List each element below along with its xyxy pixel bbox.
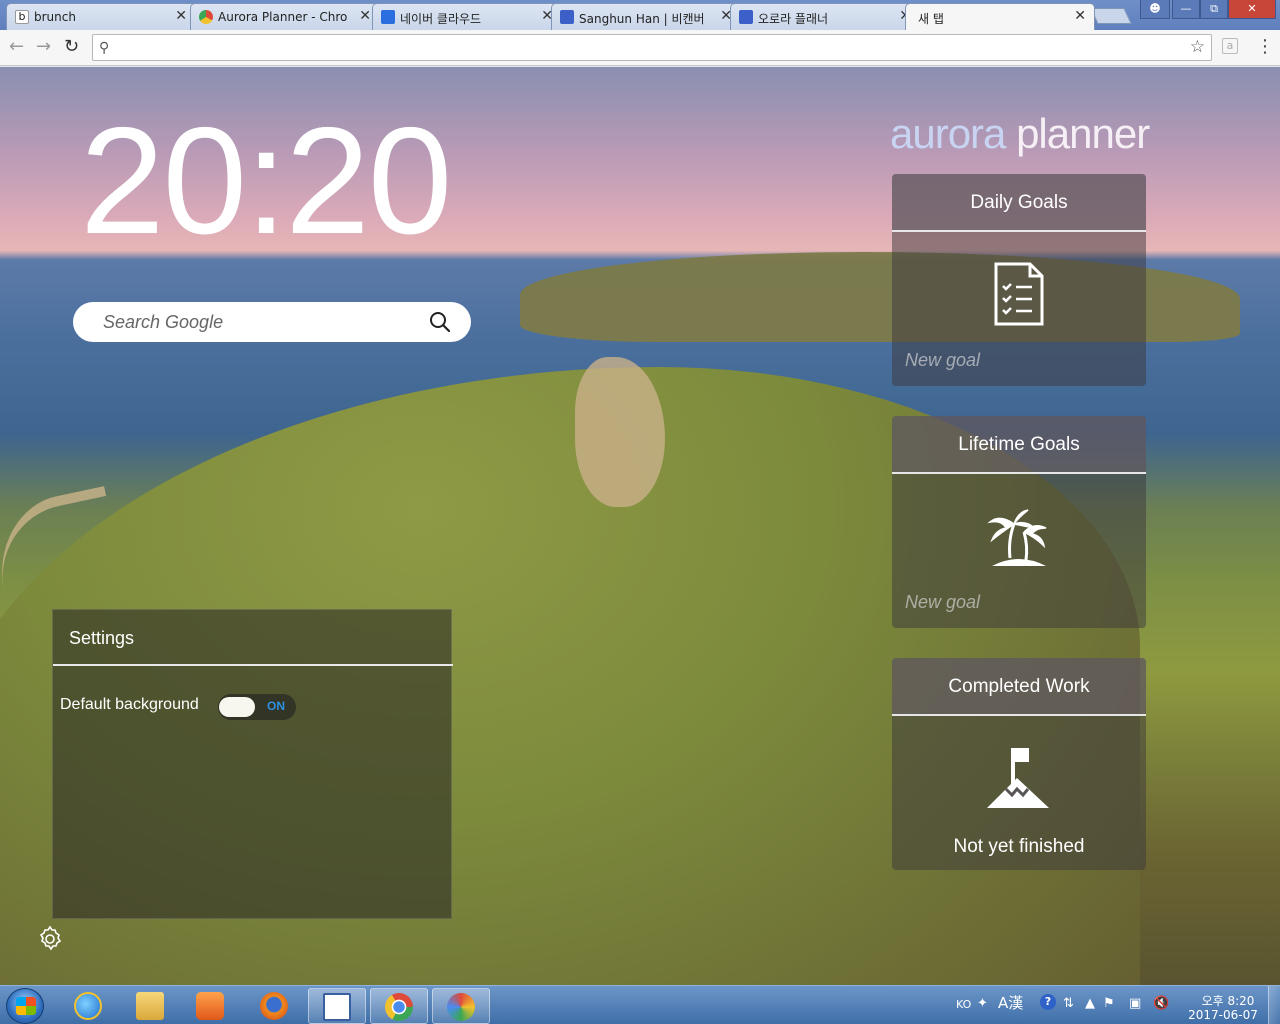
brunch-icon: b [15, 10, 29, 24]
naver-cloud-icon [381, 10, 395, 24]
chrome-webstore-icon [199, 10, 213, 24]
palm-island-icon [987, 509, 1047, 566]
divider [892, 714, 1146, 716]
browser-toolbar: ← → ↻ ⚲ ☆ a ⋮ [0, 30, 1280, 66]
search-icon: ⚲ [99, 40, 110, 56]
show-hidden-icons-icon[interactable]: ▲ [1085, 996, 1095, 1011]
menu-kebab-icon[interactable]: ⋮ [1256, 36, 1274, 57]
start-button[interactable] [6, 988, 44, 1024]
tab-aurora-planner[interactable]: 오로라 플래너 ✕ [730, 3, 920, 30]
folder-icon [136, 992, 164, 1020]
firefox-icon [260, 992, 288, 1020]
ime-options-icon[interactable]: ⇅ [1063, 996, 1074, 1011]
tab-aurora-store[interactable]: Aurora Planner - Chro ✕ [190, 3, 380, 30]
minimize-icon[interactable]: — [1172, 0, 1200, 19]
toggle-knob[interactable] [219, 697, 255, 717]
mountain-flag-icon [987, 748, 1049, 808]
divider [892, 230, 1146, 232]
media-player-icon [196, 992, 224, 1020]
volume-muted-icon[interactable]: 🔇 [1153, 996, 1169, 1011]
daily-goals-card: Daily Goals New goal [892, 174, 1146, 386]
address-bar[interactable]: ⚲ ☆ [92, 34, 1212, 61]
divider [53, 664, 453, 666]
taskbar-chrome[interactable] [370, 988, 428, 1024]
action-center-flag-icon[interactable]: ⚑ [1103, 996, 1115, 1011]
close-tab-icon[interactable]: ✕ [1074, 8, 1086, 24]
bookmark-star-icon[interactable]: ☆ [1190, 37, 1205, 57]
tab-title: 네이버 클라우드 [400, 12, 482, 26]
taskbar-notepad[interactable] [308, 988, 366, 1024]
settings-panel: Settings Default background ON [52, 609, 453, 919]
search-icon[interactable] [429, 311, 451, 333]
tab-sanghun-han[interactable]: Sanghun Han | 비캔버 ✕ [551, 3, 741, 30]
lifetime-goals-title: Lifetime Goals [958, 434, 1080, 455]
aurora-planner-logo: aurora planner [890, 110, 1150, 158]
tab-new-tab[interactable]: 새 탭 ✕ [905, 3, 1095, 30]
forward-arrow-icon[interactable]: → [36, 36, 51, 57]
daily-goals-title: Daily Goals [970, 192, 1068, 213]
checklist-icon [994, 262, 1044, 326]
default-background-label: Default background [60, 696, 199, 713]
new-tab-button[interactable] [1090, 8, 1132, 24]
taskbar-firefox[interactable] [246, 988, 304, 1024]
taskbar-paint[interactable] [432, 988, 490, 1024]
close-tab-icon[interactable]: ✕ [175, 8, 187, 24]
chrome-icon [385, 993, 413, 1021]
ime-mode[interactable]: A漢 [998, 992, 1023, 1013]
show-desktop-button[interactable] [1268, 986, 1280, 1024]
help-icon[interactable]: ? [1040, 994, 1056, 1010]
toggle-state-label: ON [267, 699, 285, 713]
search-input[interactable] [103, 310, 423, 334]
new-goal-input[interactable]: New goal [905, 350, 980, 371]
reload-icon[interactable]: ↻ [64, 36, 79, 57]
extension-icon[interactable]: a [1222, 38, 1238, 54]
aurora-app-icon [739, 10, 753, 24]
default-background-toggle[interactable]: ON [218, 694, 296, 720]
clock-time[interactable]: 오후 8:20 [1193, 992, 1263, 1009]
search-box[interactable] [73, 302, 471, 342]
back-arrow-icon[interactable]: ← [9, 36, 24, 57]
network-icon[interactable]: ▣ [1129, 996, 1141, 1011]
gear-icon[interactable] [36, 925, 64, 953]
windows-logo-icon [16, 997, 36, 1015]
address-input[interactable] [119, 37, 1179, 58]
taskbar-file-explorer[interactable] [122, 988, 180, 1024]
divider [892, 472, 1146, 474]
close-tab-icon[interactable]: ✕ [359, 8, 371, 24]
lifetime-goals-card: Lifetime Goals New goal [892, 416, 1146, 628]
aurora-app-icon [560, 10, 574, 24]
logo-part-aurora: aurora [890, 110, 1006, 157]
tab-naver-cloud[interactable]: 네이버 클라우드 ✕ [372, 3, 562, 30]
clock-date[interactable]: 2017-06-07 [1183, 1008, 1263, 1022]
taskbar-internet-explorer[interactable] [60, 988, 118, 1024]
system-tray: KO ✦ A漢 ? ⇅ ▲ ⚑ ▣ 🔇 오후 8:20 2017-06-07 [953, 990, 1273, 1022]
tab-brunch[interactable]: b brunch ✕ [6, 3, 196, 30]
language-indicator[interactable]: KO [956, 998, 971, 1011]
restore-icon[interactable]: ⧉ [1200, 0, 1228, 19]
taskbar-media-player[interactable] [182, 988, 240, 1024]
user-profile-icon[interactable]: ☻ [1140, 0, 1170, 19]
tab-title: 오로라 플래너 [758, 12, 829, 26]
logo-part-planner: planner [1005, 110, 1150, 157]
tab-title: Sanghun Han | 비캔버 [579, 12, 705, 26]
windows-taskbar: KO ✦ A漢 ? ⇅ ▲ ⚑ ▣ 🔇 오후 8:20 2017-06-07 [0, 985, 1280, 1024]
new-goal-input[interactable]: New goal [905, 592, 980, 613]
tab-strip: b brunch ✕ Aurora Planner - Chro ✕ 네이버 클… [0, 0, 1280, 30]
ime-tool-icon[interactable]: ✦ [977, 996, 988, 1011]
tab-title: 새 탭 [918, 12, 944, 26]
completed-status: Not yet finished [953, 836, 1085, 857]
settings-title: Settings [69, 628, 135, 648]
completed-work-card: Completed Work Not yet finished [892, 658, 1146, 870]
internet-explorer-icon [74, 992, 102, 1020]
clock: 20:20 [80, 96, 452, 266]
document-window-icon [323, 993, 351, 1021]
close-window-icon[interactable]: ✕ [1228, 0, 1276, 19]
completed-work-title: Completed Work [948, 676, 1090, 697]
tab-title: Aurora Planner - Chro [218, 10, 348, 24]
paint-palette-icon [447, 993, 475, 1021]
tab-title: brunch [34, 10, 76, 24]
new-tab-page: 20:20 Settings Default background ON aur… [0, 67, 1280, 985]
